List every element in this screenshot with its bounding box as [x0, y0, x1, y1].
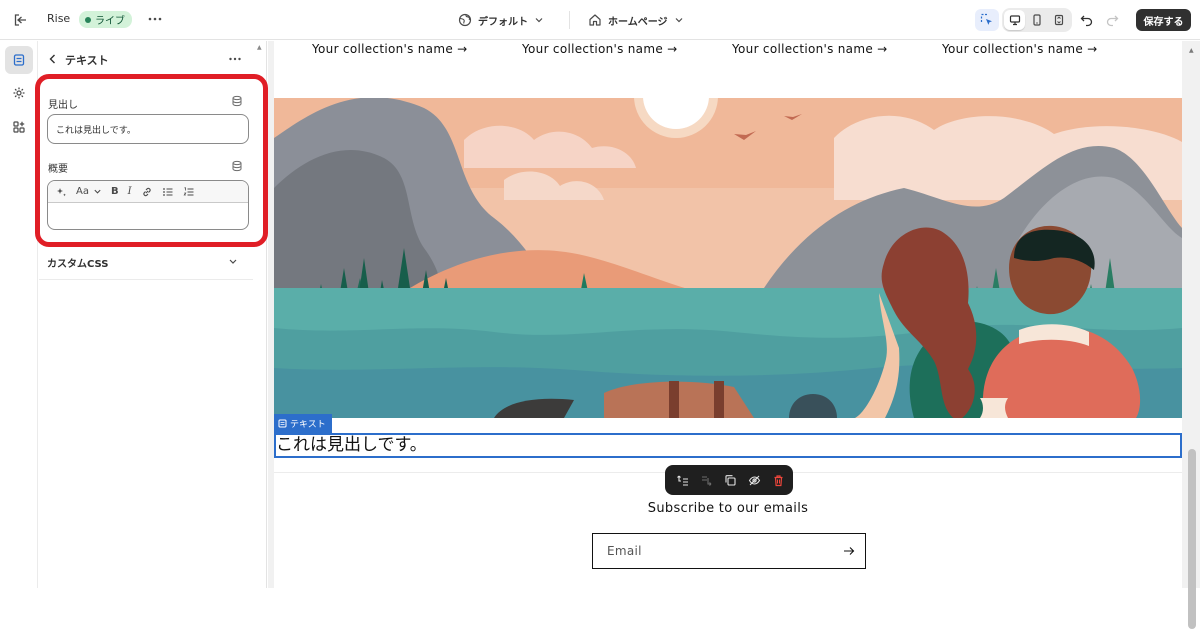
home-icon [588, 13, 602, 27]
rich-text-toolbar: Aa B I [48, 181, 248, 203]
globe-icon [458, 13, 472, 27]
submit-arrow-icon[interactable] [843, 546, 855, 556]
sections-tab[interactable] [5, 46, 33, 74]
live-dot-icon [85, 16, 91, 23]
duplicate-icon[interactable] [722, 472, 738, 488]
move-down-icon[interactable] [698, 472, 714, 488]
collection-link[interactable]: Your collection's name → [732, 42, 887, 56]
dynamic-source-icon[interactable] [231, 95, 243, 107]
bulleted-list-icon[interactable] [162, 184, 174, 200]
move-up-icon[interactable] [674, 472, 690, 488]
summary-field-label: 概要 [48, 164, 68, 175]
exit-icon[interactable] [12, 12, 28, 28]
block-actions-toolbar [665, 465, 793, 495]
custom-css-section-title[interactable]: カスタムCSS [47, 255, 108, 270]
scroll-up-icon[interactable]: ▲ [257, 44, 262, 51]
inspector-toggle-button[interactable] [975, 9, 999, 31]
mobile-view-button[interactable] [1026, 10, 1047, 30]
ai-sparkle-icon[interactable] [55, 184, 67, 200]
italic-icon[interactable]: I [128, 184, 132, 200]
top-bar: Rise ライブ デフォルト ホームページ 保存する [0, 0, 1200, 40]
theme-selector[interactable]: デフォルト [458, 11, 544, 29]
live-status-badge: ライブ [79, 11, 132, 28]
preview-scrollbar[interactable]: ▲ [1184, 41, 1200, 629]
text-style-dropdown[interactable]: Aa [76, 184, 89, 200]
expand-icon [1053, 14, 1065, 26]
chevron-down-icon [534, 15, 544, 25]
cursor-select-icon [980, 13, 994, 27]
more-options-icon[interactable] [227, 52, 243, 66]
apps-tab[interactable] [5, 113, 33, 141]
drag-handle-icon [278, 419, 287, 428]
desktop-view-button[interactable] [1004, 10, 1026, 30]
left-rail [0, 41, 38, 588]
summary-rich-text-editor: Aa B I [47, 180, 249, 230]
font-size-icon: Aa [76, 186, 89, 197]
gear-icon [12, 86, 26, 100]
newsletter-title: Subscribe to our emails [647, 501, 809, 516]
chevron-down-icon [674, 15, 684, 25]
hide-icon[interactable] [746, 472, 762, 488]
dynamic-source-icon[interactable] [231, 160, 243, 172]
heading-block[interactable]: これは見出しです。 [274, 433, 1182, 458]
back-arrow-icon[interactable] [46, 52, 60, 66]
link-icon[interactable] [141, 184, 153, 200]
divider [39, 279, 253, 280]
delete-icon[interactable] [770, 472, 786, 488]
divider [569, 11, 570, 29]
theme-settings-tab[interactable] [5, 79, 33, 107]
device-switcher [1002, 8, 1072, 32]
numbered-list-icon[interactable] [183, 184, 195, 200]
scroll-thumb[interactable] [1188, 449, 1196, 629]
email-placeholder: Email [607, 544, 642, 558]
scroll-up-icon[interactable]: ▲ [1189, 47, 1194, 54]
more-actions-icon[interactable] [146, 11, 164, 27]
collection-link[interactable]: Your collection's name → [522, 42, 677, 56]
chevron-down-icon[interactable] [93, 184, 102, 200]
settings-sidebar: ▲ テキスト 見出し これは見出しです。 概要 Aa B I カスタムCSS [35, 41, 268, 588]
heading-input[interactable]: これは見出しです。 [47, 114, 249, 144]
block-tag-label: テキスト [290, 420, 326, 430]
heading-field-label: 見出し [48, 100, 78, 111]
panel-title: テキスト [65, 54, 109, 67]
fullscreen-view-button[interactable] [1049, 10, 1070, 30]
collection-link[interactable]: Your collection's name → [942, 42, 1097, 56]
page-label: ホームページ [608, 16, 668, 28]
hero-illustration [274, 98, 1182, 418]
page-selector[interactable]: ホームページ [588, 11, 684, 29]
storefront-preview: Your collection's name → Your collection… [274, 41, 1182, 588]
theme-label: デフォルト [478, 16, 528, 28]
redo-icon[interactable] [1104, 12, 1120, 28]
summary-text-area[interactable] [48, 203, 248, 229]
collection-link[interactable]: Your collection's name → [312, 42, 467, 56]
collection-list: Your collection's name → Your collection… [274, 41, 1182, 61]
bold-icon[interactable]: B [111, 184, 119, 200]
save-button[interactable]: 保存する [1136, 9, 1191, 31]
sections-icon [12, 53, 26, 67]
undo-icon[interactable] [1079, 12, 1095, 28]
desktop-icon [1009, 14, 1021, 26]
apps-icon [12, 120, 26, 134]
mobile-icon [1031, 14, 1043, 26]
selected-block-tag[interactable]: テキスト [274, 414, 332, 433]
email-input[interactable]: Email [592, 533, 866, 569]
chevron-down-icon[interactable] [227, 257, 239, 267]
store-name: Rise [47, 12, 71, 25]
live-status-label: ライブ [95, 16, 125, 27]
